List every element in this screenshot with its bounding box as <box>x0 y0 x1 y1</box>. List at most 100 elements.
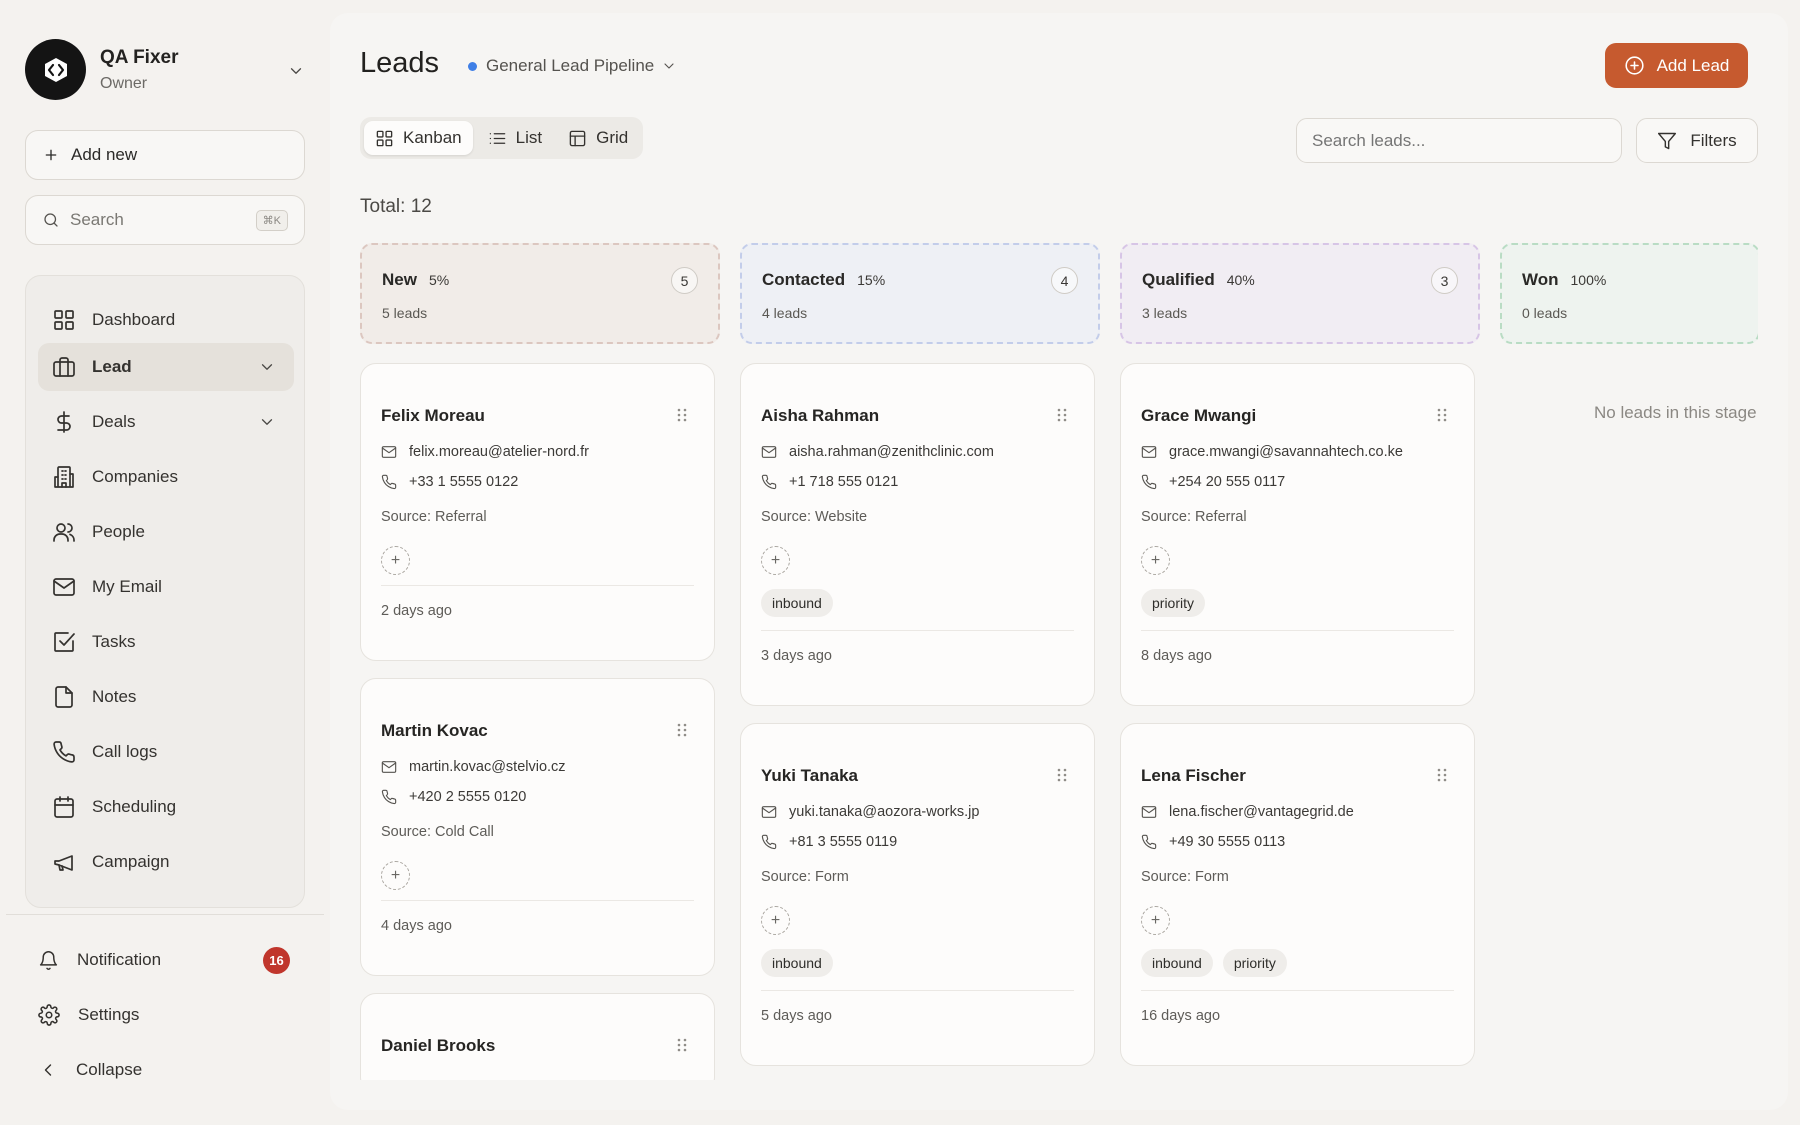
sidebar-item-scheduling[interactable]: Scheduling <box>38 783 294 831</box>
stage-header[interactable]: Qualified 40% 3 leads 3 <box>1120 243 1480 344</box>
lead-email[interactable]: martin.kovac@stelvio.cz <box>381 759 566 775</box>
lead-card[interactable]: Lena Fischer lena.fischer@vantagegrid.de +… <box>1120 723 1475 1066</box>
tag-chip[interactable]: inbound <box>1141 949 1213 977</box>
lead-name[interactable]: Yuki Tanaka <box>761 766 858 786</box>
tag-list: inbound <box>761 949 833 977</box>
filters-label: Filters <box>1690 130 1737 150</box>
phone-icon <box>761 834 777 850</box>
sidebar-item-deals[interactable]: Deals <box>38 398 294 446</box>
lead-name[interactable]: Lena Fischer <box>1141 766 1246 786</box>
sidebar-item-companies[interactable]: Companies <box>38 453 294 501</box>
tag-chip[interactable]: priority <box>1222 949 1287 977</box>
lead-phone[interactable]: +81 3 5555 0119 <box>761 834 897 850</box>
drag-handle-icon[interactable] <box>677 408 687 422</box>
stage-name: Contacted 15% <box>762 270 885 290</box>
chevron-down-icon[interactable] <box>258 358 276 376</box>
add-tag-button[interactable]: + <box>1141 906 1170 935</box>
list-icon <box>488 129 507 148</box>
lead-email[interactable]: lena.fischer@vantagegrid.de <box>1141 804 1354 820</box>
sidebar-search-placeholder: Search <box>70 210 124 229</box>
view-list[interactable]: List <box>477 121 553 155</box>
lead-card[interactable]: Martin Kovac martin.kovac@stelvio.cz +420 … <box>360 678 715 976</box>
lead-card[interactable]: Grace Mwangi grace.mwangi@savannahtech.co… <box>1120 363 1475 706</box>
add-new-button[interactable]: Add new <box>25 130 305 180</box>
drag-handle-icon[interactable] <box>1437 768 1447 782</box>
phone-icon <box>52 740 76 764</box>
lead-email[interactable]: grace.mwangi@savannahtech.co.ke <box>1141 444 1403 460</box>
chevron-left-icon <box>38 1060 58 1080</box>
lead-name[interactable]: Aisha Rahman <box>761 406 879 426</box>
workspace-switcher[interactable]: QA Fixer Owner <box>25 39 305 101</box>
empty-stage-message: No leads in this stage <box>1594 403 1757 422</box>
lead-card[interactable]: Felix Moreau felix.moreau@atelier-nord.fr… <box>360 363 715 661</box>
add-tag-button[interactable]: + <box>761 906 790 935</box>
tag-chip[interactable]: inbound <box>761 589 833 617</box>
lead-name[interactable]: Grace Mwangi <box>1141 406 1256 426</box>
sidebar-item-people[interactable]: People <box>38 508 294 556</box>
notification-item[interactable]: Notification <box>38 940 298 980</box>
lead-email-text: felix.moreau@atelier-nord.fr <box>409 444 589 460</box>
lead-phone[interactable]: +49 30 5555 0113 <box>1141 834 1285 850</box>
collapse-item[interactable]: Collapse <box>38 1050 298 1090</box>
sidebar-item-campaign[interactable]: Campaign <box>38 838 294 886</box>
mail-icon <box>1141 804 1157 820</box>
chevron-down-icon[interactable] <box>258 413 276 431</box>
lead-phone[interactable]: +254 20 555 0117 <box>1141 474 1285 490</box>
sidebar-item-notes[interactable]: Notes <box>38 673 294 721</box>
lead-email[interactable]: aisha.rahman@zenithclinic.com <box>761 444 994 460</box>
stage-count-badge: 3 <box>1431 267 1458 294</box>
add-tag-button[interactable]: + <box>381 861 410 890</box>
pipeline-selector[interactable]: General Lead Pipeline <box>468 56 677 76</box>
sidebar-item-call-logs[interactable]: Call logs <box>38 728 294 776</box>
sidebar-item-lead[interactable]: Lead <box>38 343 294 391</box>
drag-handle-icon[interactable] <box>1437 408 1447 422</box>
notification-label: Notification <box>77 950 162 969</box>
add-tag-button[interactable]: + <box>381 546 410 575</box>
lead-phone[interactable]: +33 1 5555 0122 <box>381 474 518 490</box>
drag-handle-icon[interactable] <box>677 723 687 737</box>
add-tag-button[interactable]: + <box>1141 546 1170 575</box>
briefcase-icon <box>52 355 76 379</box>
lead-card[interactable]: Yuki Tanaka yuki.tanaka@aozora-works.jp +8… <box>740 723 1095 1066</box>
sidebar-search[interactable]: Search ⌘K <box>25 195 305 245</box>
lead-updated-time: 16 days ago <box>1141 1008 1221 1024</box>
lead-name[interactable]: Felix Moreau <box>381 406 485 426</box>
view-grid[interactable]: Grid <box>557 121 639 155</box>
sidebar-item-dashboard[interactable]: Dashboard <box>38 296 294 344</box>
settings-item[interactable]: Settings <box>38 995 298 1035</box>
sidebar-item-my-email[interactable]: My Email <box>38 563 294 611</box>
search-leads-input[interactable] <box>1296 118 1622 163</box>
lead-email[interactable]: yuki.tanaka@aozora-works.jp <box>761 804 979 820</box>
phone-icon <box>761 474 777 490</box>
kanban-icon <box>375 129 394 148</box>
stage-header[interactable]: New 5% 5 leads 5 <box>360 243 720 344</box>
lead-name[interactable]: Martin Kovac <box>381 721 488 741</box>
stage-header[interactable]: Contacted 15% 4 leads 4 <box>740 243 1100 344</box>
add-tag-button[interactable]: + <box>761 546 790 575</box>
stage-count-badge: 4 <box>1051 267 1078 294</box>
lead-phone[interactable]: +420 2 5555 0120 <box>381 789 526 805</box>
sidebar-item-tasks[interactable]: Tasks <box>38 618 294 666</box>
lead-email[interactable]: felix.moreau@atelier-nord.fr <box>381 444 589 460</box>
lead-updated-time: 8 days ago <box>1141 648 1212 664</box>
chevron-down-icon[interactable] <box>287 62 305 80</box>
tag-chip[interactable]: inbound <box>761 949 833 977</box>
lead-phone[interactable]: +1 718 555 0121 <box>761 474 898 490</box>
drag-handle-icon[interactable] <box>677 1038 687 1052</box>
tag-list: inbound <box>761 589 833 617</box>
add-lead-button[interactable]: Add Lead <box>1605 43 1748 88</box>
search-icon <box>42 211 60 229</box>
lead-name[interactable]: Daniel Brooks <box>381 1036 495 1056</box>
lead-card[interactable]: Aisha Rahman aisha.rahman@zenithclinic.co… <box>740 363 1095 706</box>
notification-count-badge: 16 <box>263 947 290 974</box>
tag-chip[interactable]: priority <box>1141 589 1206 617</box>
lead-card[interactable]: Daniel Brooks <box>360 993 715 1080</box>
search-shortcut: ⌘K <box>255 210 288 231</box>
stage-lead-count: 3 leads <box>1142 305 1188 321</box>
drag-handle-icon[interactable] <box>1057 768 1067 782</box>
drag-handle-icon[interactable] <box>1057 408 1067 422</box>
filters-button[interactable]: Filters <box>1636 118 1758 163</box>
lead-email-text: aisha.rahman@zenithclinic.com <box>789 444 994 460</box>
stage-header[interactable]: Won 100% 0 leads <box>1500 243 1758 344</box>
view-kanban[interactable]: Kanban <box>364 121 473 155</box>
